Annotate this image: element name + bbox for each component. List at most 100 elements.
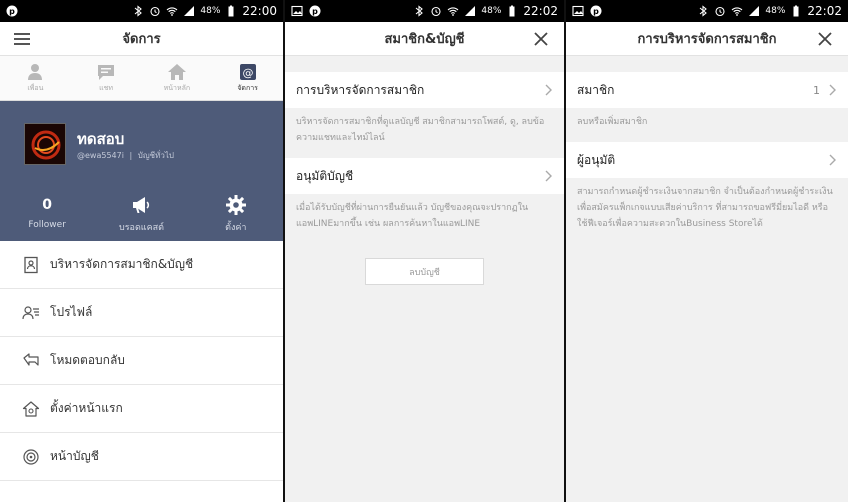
clock: 22:02 — [807, 4, 842, 18]
profile-meta: @ewa5547i | บัญชีทั่วไป — [77, 151, 174, 160]
tab-home[interactable]: หน้าหลัก — [142, 56, 213, 100]
follower-count: 0 — [42, 197, 53, 213]
menu-item-label: โหมดตอบกลับ — [50, 353, 125, 367]
account-type: บัญชีทั่วไป — [137, 151, 174, 160]
svg-text:p: p — [593, 7, 599, 16]
chevron-right-icon — [829, 84, 836, 96]
row-description: สามารถกำหนดผู้ชำระเงินจากสมาชิก จำเป็นต้… — [577, 187, 833, 229]
app-header: จัดการ — [0, 22, 283, 56]
status-bar: p 48% 22:00 — [0, 0, 283, 22]
tab-label: เพื่อน — [27, 84, 44, 92]
member-account-screen: p 48% 22:02 สมาชิก&บัญชี การบริหารจัดการ… — [285, 0, 564, 502]
avatar-image — [25, 124, 65, 164]
alarm-icon — [714, 5, 726, 17]
tab-label: แชท — [99, 84, 114, 92]
profile-card-icon — [22, 305, 39, 319]
reply-icon — [23, 352, 39, 366]
page-title: จัดการ — [122, 32, 161, 47]
home-settings-icon — [22, 400, 40, 417]
status-bar: p 48% 22:02 — [566, 0, 848, 22]
menu-item-label: ตั้งค่าหน้าแรก — [50, 401, 123, 415]
page-title: การบริหารจัดการสมาชิก — [637, 32, 777, 47]
pinterest-icon: p — [6, 5, 18, 17]
home-icon — [167, 64, 186, 80]
chevron-right-icon — [545, 84, 552, 96]
megaphone-icon — [133, 197, 150, 213]
tab-friends[interactable]: เพื่อน — [0, 56, 71, 100]
battery-icon — [790, 5, 802, 17]
approver-row[interactable]: ผู้อนุมัติ — [566, 142, 848, 178]
account-approval-row[interactable]: อนุมัติบัญชี — [285, 158, 564, 194]
svg-text:p: p — [312, 7, 318, 16]
broadcast-button[interactable]: บรอดแคสต์ — [94, 194, 188, 234]
settings-button[interactable]: ตั้งค่า — [189, 194, 283, 234]
profile-header: ทดสอบ @ewa5547i | บัญชีทั่วไป 0 Follower… — [0, 101, 283, 241]
clock: 22:02 — [523, 4, 558, 18]
pinterest-icon: p — [309, 5, 321, 17]
menu-item-label: โปรไฟล์ — [50, 305, 93, 319]
menu-item-profile[interactable]: โปรไฟล์ — [0, 289, 283, 337]
chevron-right-icon — [829, 154, 836, 166]
bluetooth-icon — [132, 5, 144, 17]
wifi-icon — [731, 5, 743, 17]
chevron-right-icon — [545, 170, 552, 182]
avatar[interactable] — [24, 123, 66, 165]
svg-text:p: p — [9, 7, 15, 16]
menu-item-home-settings[interactable]: ตั้งค่าหน้าแรก — [0, 385, 283, 433]
tab-label: หน้าหลัก — [163, 84, 191, 92]
status-bar: p 48% 22:02 — [285, 0, 564, 22]
alarm-icon — [430, 5, 442, 17]
profile-name: ทดสอบ — [77, 130, 125, 148]
menu-item-label: บริหารจัดการสมาชิก&บัญชี — [50, 257, 194, 271]
wifi-icon — [447, 5, 459, 17]
account-page-icon — [23, 448, 39, 465]
menu-item-account-page[interactable]: หน้าบัญชี — [0, 433, 283, 481]
signal-icon — [748, 5, 760, 17]
member-management-row[interactable]: การบริหารจัดการสมาชิก — [285, 72, 564, 108]
row-description: บริหารจัดการสมาชิกที่ดูแลบัญชี สมาชิกสาม… — [296, 117, 545, 143]
screenshot-collage: p 48% 22:00 จัดการ เพื่อน แชท หน้าหลัก @… — [0, 0, 848, 502]
signal-icon — [464, 5, 476, 17]
settings-label: ตั้งค่า — [225, 223, 247, 233]
close-icon[interactable] — [532, 30, 550, 48]
row-label: อนุมัติบัญชี — [296, 168, 354, 183]
contact-book-icon — [24, 256, 38, 273]
delete-account-button[interactable]: ลบบัญชี — [365, 258, 484, 285]
row-description: ลบหรือเพิ่มสมาชิก — [577, 117, 648, 127]
battery-percent: 48% — [481, 6, 502, 16]
pinterest-icon: p — [590, 5, 602, 17]
tab-chat[interactable]: แชท — [71, 56, 142, 100]
manage-screen: p 48% 22:00 จัดการ เพื่อน แชท หน้าหลัก @… — [0, 0, 283, 502]
menu-item-reply-mode[interactable]: โหมดตอบกลับ — [0, 337, 283, 385]
profile-stats: 0 Follower บรอดแคสต์ ตั้งค่า — [0, 194, 283, 234]
wifi-icon — [166, 5, 178, 17]
alarm-icon — [149, 5, 161, 17]
svg-text:@: @ — [242, 67, 253, 80]
bluetooth-icon — [413, 5, 425, 17]
bluetooth-icon — [697, 5, 709, 17]
row-description: เมื่อได้รับบัญชีที่ผ่านการยืนยันแล้ว บัญ… — [296, 203, 529, 229]
app-header: สมาชิก&บัญชี — [285, 22, 564, 56]
menu-item-member-account[interactable]: บริหารจัดการสมาชิก&บัญชี — [0, 241, 283, 289]
image-notification-icon — [291, 5, 303, 17]
manage-menu: บริหารจัดการสมาชิก&บัญชี โปรไฟล์ โหมดตอบ… — [0, 241, 283, 481]
battery-icon — [225, 5, 237, 17]
image-notification-icon — [572, 5, 584, 17]
broadcast-label: บรอดแคสต์ — [119, 223, 164, 233]
row-label: สมาชิก — [577, 82, 615, 97]
app-header: การบริหารจัดการสมาชิก — [566, 22, 848, 56]
page-title: สมาชิก&บัญชี — [384, 32, 465, 47]
tab-manage[interactable]: @ จัดการ — [212, 56, 283, 100]
follower-stat[interactable]: 0 Follower — [0, 194, 94, 234]
menu-item-label: หน้าบัญชี — [50, 449, 99, 463]
chat-icon — [98, 65, 115, 80]
clock: 22:00 — [242, 4, 277, 18]
battery-percent: 48% — [200, 6, 221, 16]
close-icon[interactable] — [816, 30, 834, 48]
hamburger-menu-icon[interactable] — [12, 31, 32, 47]
member-management-screen: p 48% 22:02 การบริหารจัดการสมาชิก สมาชิก… — [566, 0, 848, 502]
tab-label: จัดการ — [237, 84, 258, 92]
battery-icon — [506, 5, 518, 17]
members-row[interactable]: สมาชิก 1 — [566, 72, 848, 108]
at-sign-icon: @ — [239, 64, 256, 80]
